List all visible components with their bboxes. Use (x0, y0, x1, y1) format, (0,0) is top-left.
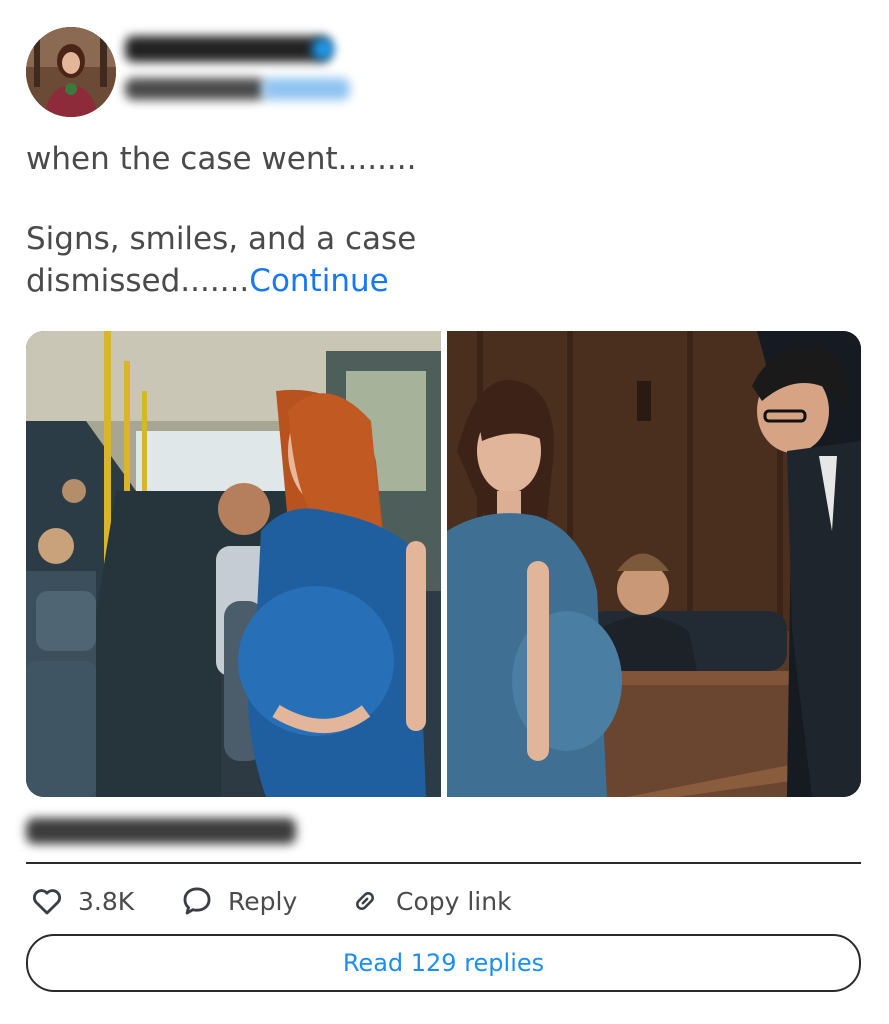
reply-label: Reply (228, 886, 298, 916)
reply-button[interactable]: Reply (180, 880, 297, 922)
like-button[interactable]: 3.8K (30, 880, 134, 922)
tweet-text-line-3-text: dismissed....... (26, 263, 250, 299)
username-redacted (125, 78, 265, 100)
like-count: 3.8K (78, 886, 135, 916)
tweet-text-line-3: dismissed.......Continue (26, 260, 846, 302)
heart-icon (30, 884, 64, 918)
read-replies-label: Read 129 replies (342, 949, 545, 977)
timestamp-redacted[interactable] (26, 818, 296, 844)
avatar-image (26, 27, 116, 117)
display-name-redacted (125, 36, 330, 62)
verified-badge-icon (312, 38, 334, 60)
follow-link-redacted[interactable] (262, 78, 350, 100)
continue-link[interactable]: Continue (249, 263, 388, 299)
tweet-text-spacer (26, 180, 846, 218)
copy-link-label: Copy link (396, 886, 512, 916)
divider (26, 862, 861, 864)
courtroom-image[interactable] (447, 331, 861, 797)
media-grid[interactable] (26, 331, 861, 797)
tweet-text: when the case went........ Signs, smiles… (26, 138, 846, 302)
tweet-text-line-2: Signs, smiles, and a case (26, 221, 417, 257)
avatar[interactable] (26, 27, 116, 117)
bus-scene (26, 331, 441, 797)
copy-link-button[interactable]: Copy link (348, 880, 512, 922)
action-bar: 3.8K Reply Copy link (26, 880, 861, 922)
tweet-text-line-1: when the case went........ (26, 141, 417, 177)
link-icon (348, 884, 382, 918)
read-replies-button[interactable]: Read 129 replies (26, 934, 861, 992)
bus-image[interactable] (26, 331, 441, 797)
courtroom-scene (447, 331, 861, 797)
speech-bubble-icon (180, 884, 214, 918)
